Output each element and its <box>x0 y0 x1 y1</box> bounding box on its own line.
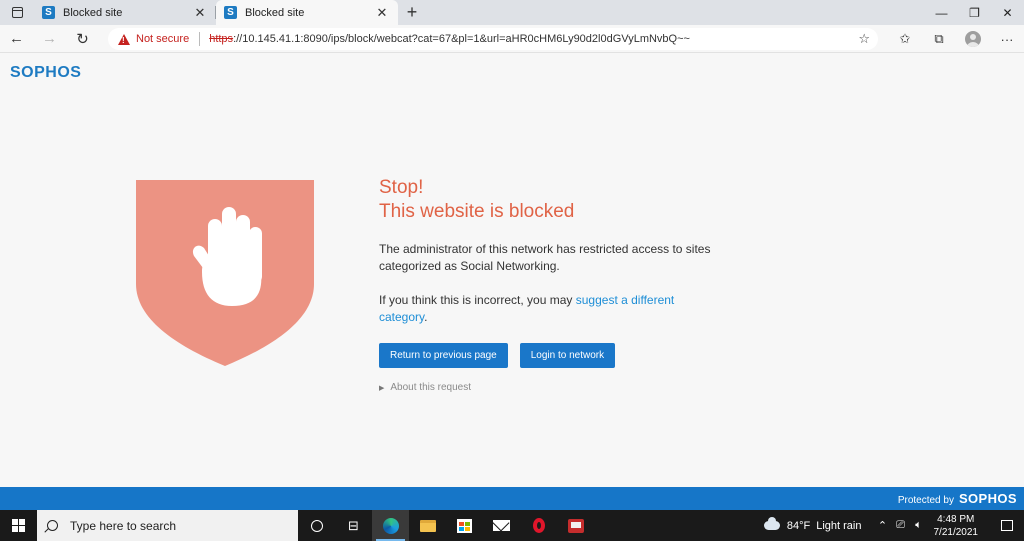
tab-close-icon[interactable]: ✕ <box>192 5 208 21</box>
collections-icon[interactable]: ⧉ <box>922 25 956 53</box>
volume-icon[interactable]: 🔈︎ <box>910 519 928 532</box>
more-menu-icon[interactable]: ··· <box>990 25 1024 53</box>
network-icon[interactable]: ⎚ <box>892 519 910 532</box>
address-bar[interactable]: Not secure https ://10.145.41.1:8090/ips… <box>108 28 878 50</box>
windows-taskbar: Type here to search ⊟ 84°F Light rain ⌃ … <box>0 510 1024 541</box>
blocked-heading: This website is blocked <box>379 201 575 222</box>
add-favorite-star-icon[interactable]: ☆ <box>858 31 870 47</box>
forward-arrow-icon: → <box>42 30 57 47</box>
rain-cloud-icon <box>763 517 780 530</box>
search-placeholder: Type here to search <box>70 518 177 533</box>
restore-icon[interactable]: ❐ <box>958 0 991 25</box>
close-window-icon[interactable]: ✕ <box>991 0 1024 25</box>
address-separator <box>199 32 201 46</box>
incorrect-message-prefix: If you think this is incorrect, you may <box>379 293 576 307</box>
notification-icon <box>1001 520 1013 531</box>
clock[interactable]: 4:48 PM 7/21/2021 <box>934 513 979 539</box>
notifications-button[interactable] <box>990 510 1024 541</box>
taskbar-store[interactable] <box>446 510 483 541</box>
incorrect-message-suffix: . <box>424 310 428 324</box>
app-icon <box>567 518 584 533</box>
footer-sophos-logo: SOPHOS <box>958 491 1017 506</box>
window-controls: — ❐ ✕ <box>925 0 1024 25</box>
page-footer: Protected by SOPHOS <box>0 487 1024 510</box>
block-message: Stop! This website is blocked The admini… <box>379 176 739 393</box>
clock-time: 4:48 PM <box>937 513 975 525</box>
login-to-network-button[interactable]: Login to network <box>519 343 616 368</box>
browser-right-tools: ✩ ⧉ ··· <box>888 25 1024 53</box>
windows-logo-icon <box>12 519 25 532</box>
caret-right-icon: ▶ <box>379 384 385 392</box>
blocked-hand-shield-icon <box>136 180 314 366</box>
not-secure-label[interactable]: Not secure <box>136 33 189 45</box>
tab-close-icon[interactable]: ✕ <box>374 5 390 21</box>
refresh-icon: ↻ <box>76 30 89 48</box>
url-text: ://10.145.41.1:8090/ips/block/webcat?cat… <box>233 33 690 45</box>
warning-triangle-icon <box>118 33 130 45</box>
opera-icon <box>532 518 545 533</box>
url-scheme: https <box>209 33 234 45</box>
cortana-button[interactable] <box>298 510 335 541</box>
start-button[interactable] <box>0 510 37 541</box>
about-request-toggle[interactable]: ▶ About this request <box>379 382 739 393</box>
favorites-icon[interactable]: ✩ <box>888 25 922 53</box>
clock-date: 7/21/2021 <box>933 526 979 538</box>
task-view-button[interactable]: ⊟ <box>335 510 372 541</box>
taskbar-opera[interactable] <box>520 510 557 541</box>
taskbar-mail[interactable] <box>483 510 520 541</box>
incorrect-message: If you think this is incorrect, you may … <box>379 292 709 326</box>
taskbar-search[interactable]: Type here to search <box>37 510 298 541</box>
forward-button[interactable]: → <box>33 25 66 53</box>
action-buttons: Return to previous page Login to network <box>379 343 739 368</box>
weather-description[interactable]: Light rain <box>816 520 861 532</box>
mail-icon <box>493 520 510 531</box>
browser-toolbar: ← → ↻ Not secure https ://10.145.41.1:80… <box>0 25 1024 53</box>
back-button[interactable]: ← <box>0 25 33 53</box>
about-request-label: About this request <box>390 382 471 393</box>
taskbar-file-explorer[interactable] <box>409 510 446 541</box>
folder-icon <box>419 519 436 532</box>
tab-actions-icon <box>11 7 23 18</box>
tab-strip: S Blocked site ✕ S Blocked site ✕ + — ❐ … <box>0 0 1024 25</box>
return-previous-page-button[interactable]: Return to previous page <box>379 343 508 368</box>
minimize-icon[interactable]: — <box>925 0 958 25</box>
cortana-circle-icon <box>310 519 323 532</box>
tab-title: Blocked site <box>245 6 305 19</box>
refresh-button[interactable]: ↻ <box>66 25 99 53</box>
taskbar-app[interactable] <box>557 510 594 541</box>
tab-blocked-site-2[interactable]: S Blocked site ✕ <box>216 0 398 25</box>
sophos-favicon-icon: S <box>224 6 237 19</box>
protected-by-label: Protected by <box>897 495 954 506</box>
system-tray: 84°F Light rain ⌃ ⎚ 🔈︎ 4:48 PM 7/21/2021 <box>763 510 1024 541</box>
tab-title: Blocked site <box>63 6 123 19</box>
stop-heading: Stop! <box>379 177 424 198</box>
back-arrow-icon: ← <box>9 30 24 47</box>
new-tab-button[interactable]: + <box>398 0 426 25</box>
sophos-logo: SOPHOS <box>10 64 82 81</box>
store-icon <box>457 518 472 533</box>
taskbar-edge[interactable] <box>372 510 409 541</box>
protected-by: Protected by SOPHOS <box>898 491 1017 506</box>
task-view-icon: ⊟ <box>348 517 359 533</box>
weather-temperature[interactable]: 84°F <box>787 520 810 532</box>
chevron-up-icon[interactable]: ⌃ <box>874 519 892 532</box>
restriction-message: The administrator of this network has re… <box>379 242 711 273</box>
tab-actions-button[interactable] <box>0 0 34 25</box>
tab-blocked-site-1[interactable]: S Blocked site ✕ <box>34 0 216 25</box>
avatar-icon <box>965 31 981 47</box>
profile-button[interactable] <box>956 25 990 53</box>
search-icon <box>47 520 58 531</box>
sophos-favicon-icon: S <box>42 6 55 19</box>
edge-icon <box>382 517 399 534</box>
